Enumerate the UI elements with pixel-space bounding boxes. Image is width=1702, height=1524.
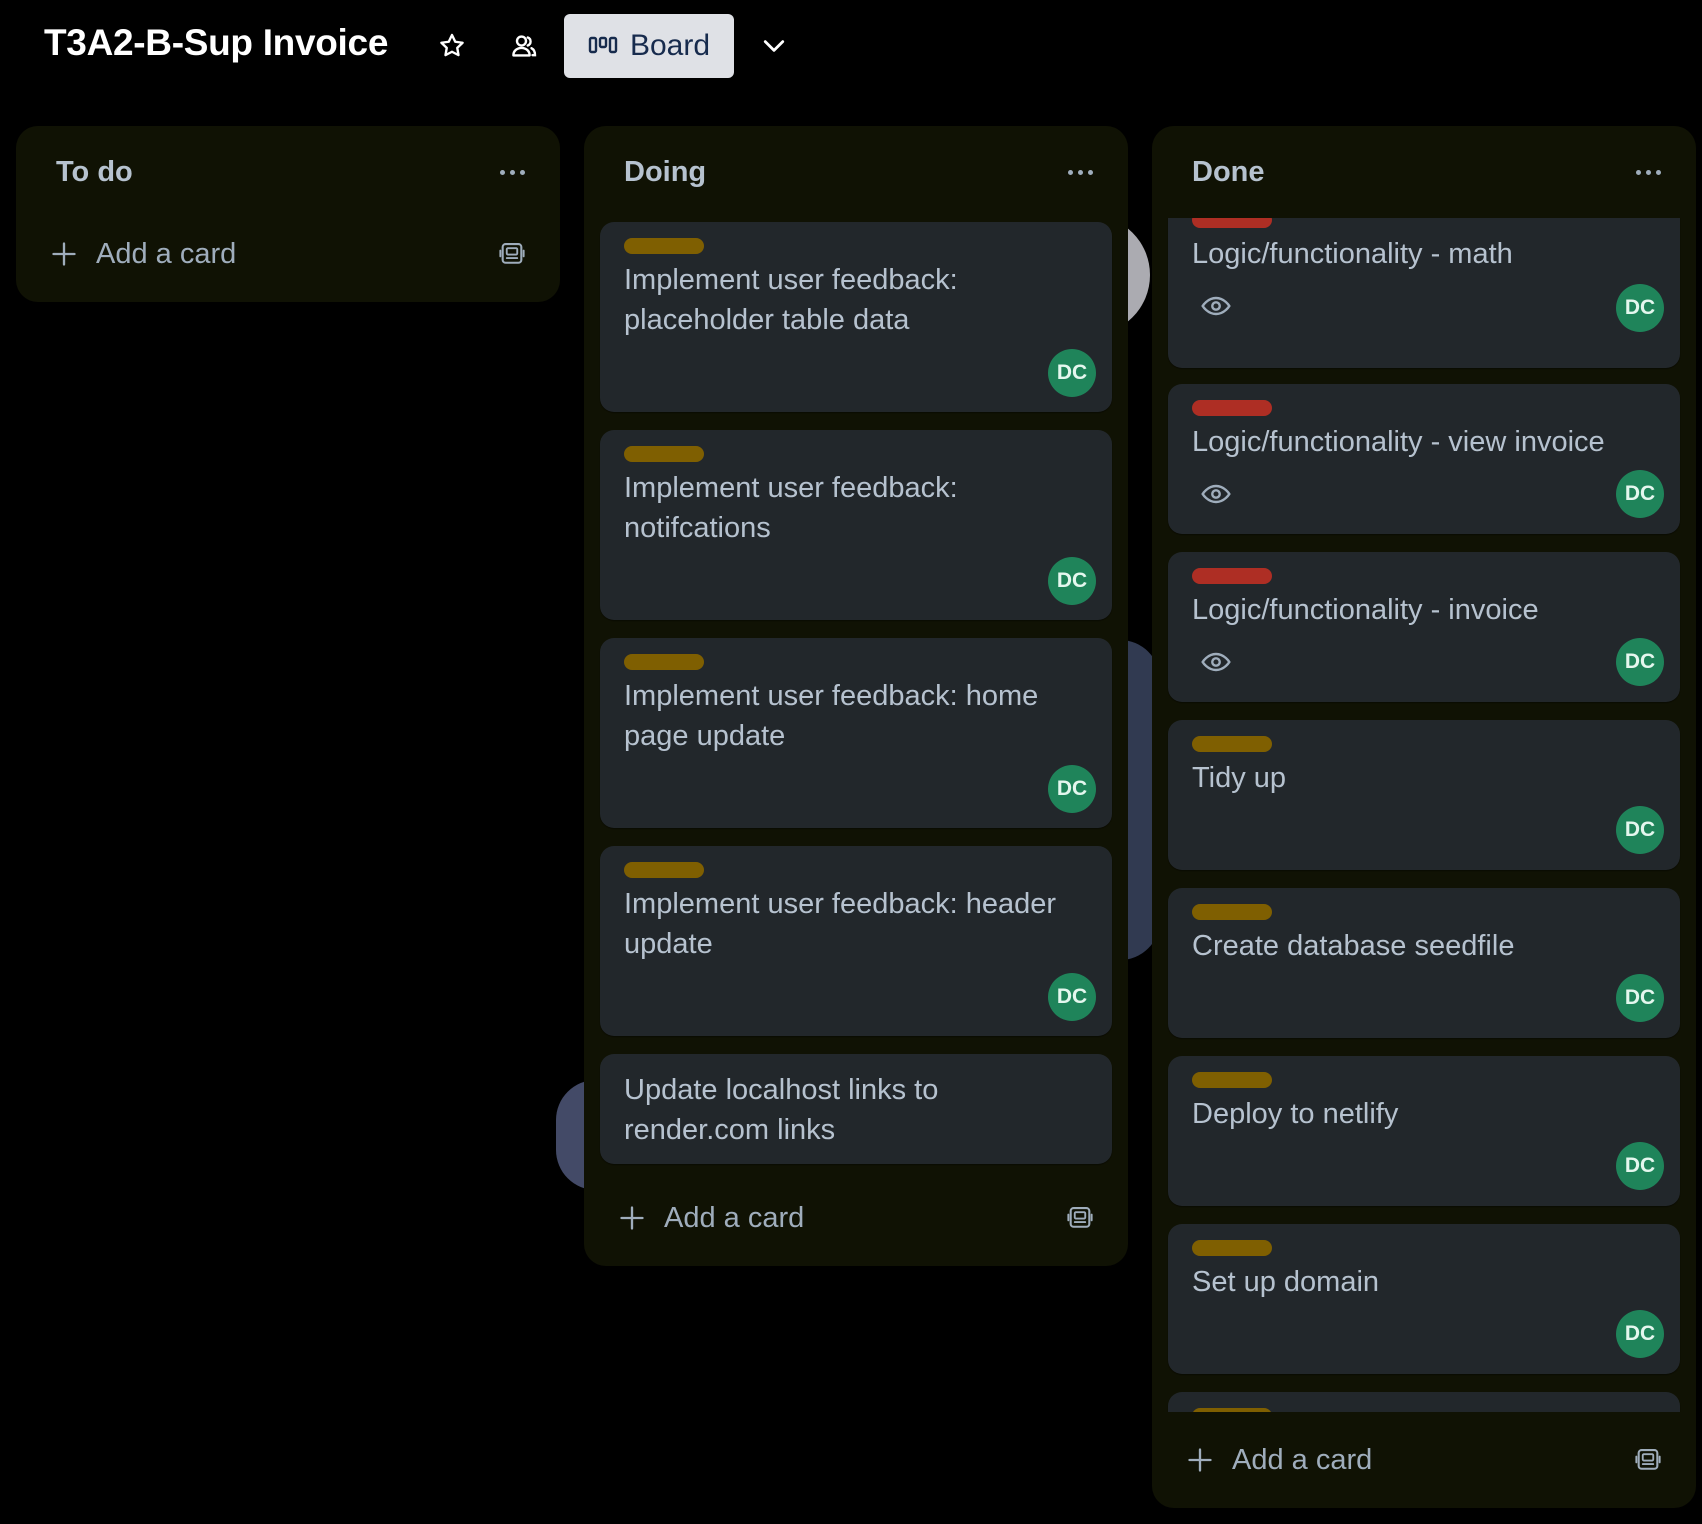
avatar[interactable]: DC (1048, 973, 1096, 1021)
avatar[interactable]: DC (1616, 1142, 1664, 1190)
avatar[interactable]: DC (1048, 765, 1096, 813)
avatar[interactable]: DC (1048, 557, 1096, 605)
card-title: Logic/functionality - invoice (1192, 594, 1539, 626)
add-card-label: Add a card (1232, 1443, 1373, 1476)
chevron-down-icon (763, 40, 785, 52)
card-title: Logic/functionality - view invoice (1192, 426, 1605, 458)
card[interactable]: Update localhost links to render.com lin… (600, 1054, 1112, 1164)
card-title: Deploy to netlify (1192, 1098, 1399, 1130)
card-title: Update localhost links to render.com lin… (624, 1074, 939, 1146)
list-menu-button[interactable] (1630, 160, 1666, 184)
card-template-icon (499, 243, 525, 264)
board-view-button[interactable]: Board (564, 14, 734, 78)
add-card-label: Add a card (664, 1201, 805, 1234)
card[interactable]: Deploy to netlify DC (1168, 1056, 1680, 1206)
card-scroll-area[interactable]: Logic/functionality - math DC Logic/func… (1152, 218, 1696, 1412)
star-icon (440, 33, 464, 57)
plus-icon (1188, 1448, 1212, 1472)
eye-icon (1201, 652, 1231, 672)
members-icon (512, 35, 537, 57)
card-label[interactable] (624, 862, 704, 878)
card[interactable]: Logic/functionality - view invoice DC (1168, 384, 1680, 534)
card[interactable]: Set up domain DC (1168, 1224, 1680, 1374)
card-title: Implement user feedback: notifcations (624, 472, 958, 544)
card[interactable]: Tidy up DC (1168, 720, 1680, 870)
card-template-icon (1067, 1207, 1093, 1228)
list-title[interactable]: To do (56, 156, 133, 189)
add-card-button[interactable]: Add a card (600, 1190, 804, 1246)
list-done: Done Logic/functionality - math DC Logic… (1152, 126, 1696, 1508)
add-card-label: Add a card (96, 237, 237, 270)
list-menu-button[interactable] (1062, 160, 1098, 184)
avatar[interactable]: DC (1616, 638, 1664, 686)
star-button[interactable] (432, 26, 472, 66)
card[interactable]: Implement user feedback: notifcations DC (600, 430, 1112, 620)
card[interactable] (1168, 1392, 1680, 1412)
card-label[interactable] (624, 238, 704, 254)
avatar[interactable]: DC (1616, 470, 1664, 518)
create-from-template-button[interactable] (1630, 1442, 1666, 1478)
list-doing: Doing Implement user feedback: placehold… (584, 126, 1128, 1266)
list-todo: To do Add a card (16, 126, 560, 302)
card-label[interactable] (1192, 1240, 1272, 1256)
more-icon (1633, 169, 1663, 175)
card-label[interactable] (1192, 1408, 1272, 1412)
card[interactable]: Implement user feedback: placeholder tab… (600, 222, 1112, 412)
create-from-template-button[interactable] (494, 236, 530, 272)
view-switcher-button[interactable] (752, 26, 796, 66)
card-label[interactable] (1192, 400, 1272, 416)
card-label[interactable] (624, 446, 704, 462)
eye-icon (1201, 484, 1231, 504)
card-title: Logic/functionality - math (1192, 238, 1513, 270)
card[interactable]: Implement user feedback: home page updat… (600, 638, 1112, 828)
more-icon (497, 169, 527, 175)
board-view-label: Board (629, 29, 711, 62)
board-visibility-button[interactable] (504, 26, 544, 66)
card[interactable]: Implement user feedback: header update D… (600, 846, 1112, 1036)
card-title: Set up domain (1192, 1266, 1380, 1298)
card-title: Implement user feedback: placeholder tab… (624, 264, 958, 336)
avatar[interactable]: DC (1048, 349, 1096, 397)
avatar[interactable]: DC (1616, 806, 1664, 854)
add-card-button[interactable]: Add a card (1168, 1432, 1372, 1488)
more-icon (1065, 169, 1095, 175)
list-title[interactable]: Doing (624, 156, 706, 189)
card-title: Implement user feedback: header update (624, 888, 1057, 960)
list-title[interactable]: Done (1192, 156, 1265, 189)
card-template-icon (1635, 1449, 1661, 1470)
card-title: Create database seedfile (1192, 930, 1515, 962)
plus-icon (52, 242, 76, 266)
board-icon (588, 36, 618, 54)
card[interactable]: Logic/functionality - math DC (1168, 218, 1680, 368)
card[interactable]: Logic/functionality - invoice DC (1168, 552, 1680, 702)
card[interactable]: Create database seedfile DC (1168, 888, 1680, 1038)
card-title: Implement user feedback: home page updat… (624, 680, 1039, 752)
board-header: T3A2-B-Sup Invoice Board (0, 0, 1702, 92)
card-label[interactable] (1192, 218, 1272, 228)
card-label[interactable] (1192, 568, 1272, 584)
avatar[interactable]: DC (1616, 284, 1664, 332)
add-card-button[interactable]: Add a card (32, 226, 236, 282)
card-label[interactable] (1192, 736, 1272, 752)
card-label[interactable] (1192, 1072, 1272, 1088)
avatar[interactable]: DC (1616, 974, 1664, 1022)
eye-icon (1201, 296, 1231, 316)
board-title[interactable]: T3A2-B-Sup Invoice (44, 22, 388, 64)
card-label[interactable] (1192, 904, 1272, 920)
card-label[interactable] (624, 654, 704, 670)
avatar[interactable]: DC (1616, 1310, 1664, 1358)
card-title: Tidy up (1192, 762, 1287, 794)
plus-icon (620, 1206, 644, 1230)
create-from-template-button[interactable] (1062, 1200, 1098, 1236)
list-menu-button[interactable] (494, 160, 530, 184)
